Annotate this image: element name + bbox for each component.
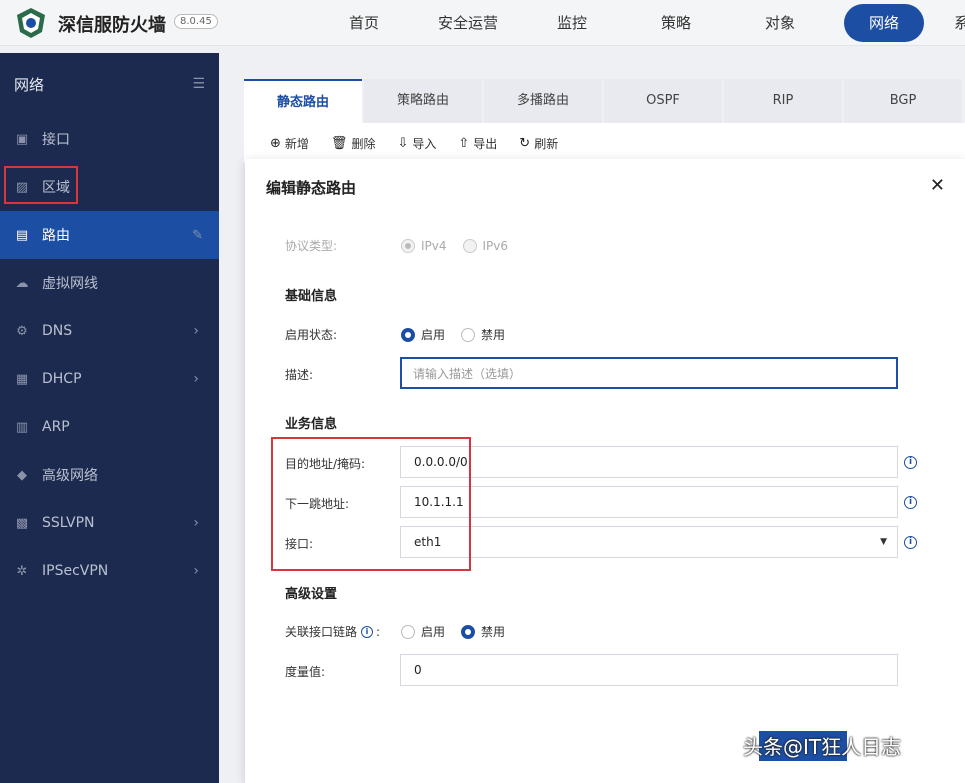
radio-status-disable[interactable]: 禁用	[461, 326, 505, 343]
radio-link-disable[interactable]: 禁用	[461, 623, 505, 640]
sidebar: 网络 ☰ ▣ 接口 ▨ 区域 ▤ 路由 ✎ ☁ 虚拟网线 ⚙ DNS › ▦ DHCP › ▥ A…	[0, 53, 219, 783]
sidebar-item-interface[interactable]: ▣ 接口	[0, 115, 219, 163]
topnav-security-ops[interactable]: 安全运营	[416, 0, 520, 46]
edit-static-route-dialog: 编辑静态路由 ✕ 协议类型: IPv4 IPv6 基础信息 启用状态: 启用 禁…	[245, 159, 965, 783]
topnav-policy[interactable]: 策略	[624, 0, 728, 46]
version-badge: 8.0.45	[174, 14, 218, 29]
info-icon[interactable]: i	[904, 456, 917, 469]
protocol-row: 协议类型: IPv4 IPv6	[285, 237, 524, 254]
interface-icon: ▣	[15, 131, 29, 147]
pin-icon[interactable]: ✎	[192, 228, 203, 243]
info-icon[interactable]: i	[904, 496, 917, 509]
interface-select[interactable]: eth1 ▼	[400, 526, 898, 558]
nexthop-input[interactable]: 10.1.1.1	[400, 486, 898, 518]
tab-ospf[interactable]: OSPF	[604, 79, 722, 123]
info-icon[interactable]: i	[361, 625, 374, 638]
radio-ipv6[interactable]: IPv6	[462, 238, 508, 253]
radio-status-enable[interactable]: 启用	[401, 326, 445, 343]
watermark: 头条@IT狂人日志	[743, 735, 902, 759]
radio-link-enable[interactable]: 启用	[401, 623, 445, 640]
destination-input[interactable]: 0.0.0.0/0	[400, 446, 898, 478]
chevron-right-icon: ›	[193, 371, 199, 387]
arp-icon: ▥	[15, 419, 29, 435]
link-label: 关联接口链路	[285, 625, 358, 639]
sidebar-item-dhcp[interactable]: ▦ DHCP ›	[0, 355, 219, 403]
topnav-object[interactable]: 对象	[728, 0, 832, 46]
topnav-system[interactable]: 系	[936, 0, 965, 46]
link-row: 关联接口链路 i: 启用 禁用	[285, 623, 506, 640]
tab-policy-route[interactable]: 策略路由	[364, 79, 482, 123]
tab-multicast-route[interactable]: 多播路由	[484, 79, 602, 123]
caret-down-icon: ▼	[880, 537, 887, 547]
refresh-icon: ↻	[519, 135, 531, 151]
status-row: 启用状态: 启用 禁用	[285, 326, 521, 343]
shield-logo-icon	[17, 8, 45, 38]
plus-circle-icon: ⊕	[270, 135, 281, 151]
import-icon: ⇩	[397, 135, 409, 151]
chevron-right-icon: ›	[193, 323, 199, 339]
tab-static-route[interactable]: 静态路由	[244, 79, 362, 123]
sidebar-item-dns[interactable]: ⚙ DNS ›	[0, 307, 219, 355]
sslvpn-icon: ▩	[15, 515, 29, 531]
basic-info-section: 基础信息	[285, 289, 338, 304]
topnav-home[interactable]: 首页	[312, 0, 416, 46]
topnav-network[interactable]: 网络	[832, 0, 936, 46]
close-icon[interactable]: ✕	[930, 175, 945, 196]
advanced-section: 高级设置	[285, 587, 338, 602]
info-icon[interactable]: i	[904, 536, 917, 549]
export-button[interactable]: ⇧ 导出	[458, 135, 497, 152]
sidebar-item-advanced-network[interactable]: ◆ 高级网络	[0, 451, 219, 499]
dialog-title: 编辑静态路由	[266, 179, 357, 197]
highlight-box-business	[271, 437, 471, 571]
sidebar-item-ipsecvpn[interactable]: ✲ IPSecVPN ›	[0, 547, 219, 595]
tab-bgp[interactable]: BGP	[844, 79, 962, 123]
sidebar-item-virtual-wire[interactable]: ☁ 虚拟网线	[0, 259, 219, 307]
sidebar-item-arp[interactable]: ▥ ARP	[0, 403, 219, 451]
app-name: 深信服防火墙	[58, 15, 166, 36]
radio-ipv4[interactable]: IPv4	[401, 238, 447, 253]
sidebar-title: 网络	[14, 75, 45, 94]
virtual-wire-icon: ☁	[15, 275, 29, 291]
desc-label: 描述:	[285, 368, 314, 382]
highlight-box-route	[4, 166, 78, 204]
metric-input[interactable]: 0	[400, 654, 898, 686]
dhcp-icon: ▦	[15, 371, 29, 387]
business-info-section: 业务信息	[285, 417, 338, 432]
topnav-monitor[interactable]: 监控	[520, 0, 624, 46]
sidebar-item-sslvpn[interactable]: ▩ SSLVPN ›	[0, 499, 219, 547]
top-nav: 首页 安全运营 监控 策略 对象 网络 系	[312, 0, 965, 46]
top-bar: 深信服防火墙 8.0.45 首页 安全运营 监控 策略 对象 网络 系	[0, 0, 965, 46]
description-input[interactable]: 请输入描述（选填）	[400, 357, 898, 389]
toolbar: ⊕ 新增 🗑 删除 ⇩ 导入 ⇧ 导出 ↻ 刷新	[244, 123, 965, 163]
status-label: 启用状态:	[285, 328, 338, 342]
collapse-menu-icon[interactable]: ☰	[192, 76, 205, 92]
ipsecvpn-icon: ✲	[16, 563, 28, 579]
export-icon: ⇧	[458, 135, 470, 151]
add-button[interactable]: ⊕ 新增	[270, 135, 309, 152]
delete-button[interactable]: 🗑 删除	[331, 135, 376, 152]
tab-rip[interactable]: RIP	[724, 79, 842, 123]
metric-label: 度量值:	[285, 665, 326, 679]
chevron-right-icon: ›	[193, 563, 199, 579]
sidebar-item-route[interactable]: ▤ 路由 ✎	[0, 211, 219, 259]
router-icon: ▤	[15, 227, 29, 243]
trash-icon: 🗑	[330, 135, 348, 151]
chevron-right-icon: ›	[193, 515, 199, 531]
route-tabs: 静态路由 策略路由 多播路由 OSPF RIP BGP	[244, 79, 964, 123]
protocol-label: 协议类型:	[285, 239, 338, 253]
diamond-icon: ◆	[17, 467, 27, 483]
refresh-button[interactable]: ↻ 刷新	[519, 135, 558, 152]
import-button[interactable]: ⇩ 导入	[397, 135, 436, 152]
dns-icon: ⚙	[16, 323, 28, 339]
sidebar-header: 网络 ☰	[0, 53, 219, 115]
